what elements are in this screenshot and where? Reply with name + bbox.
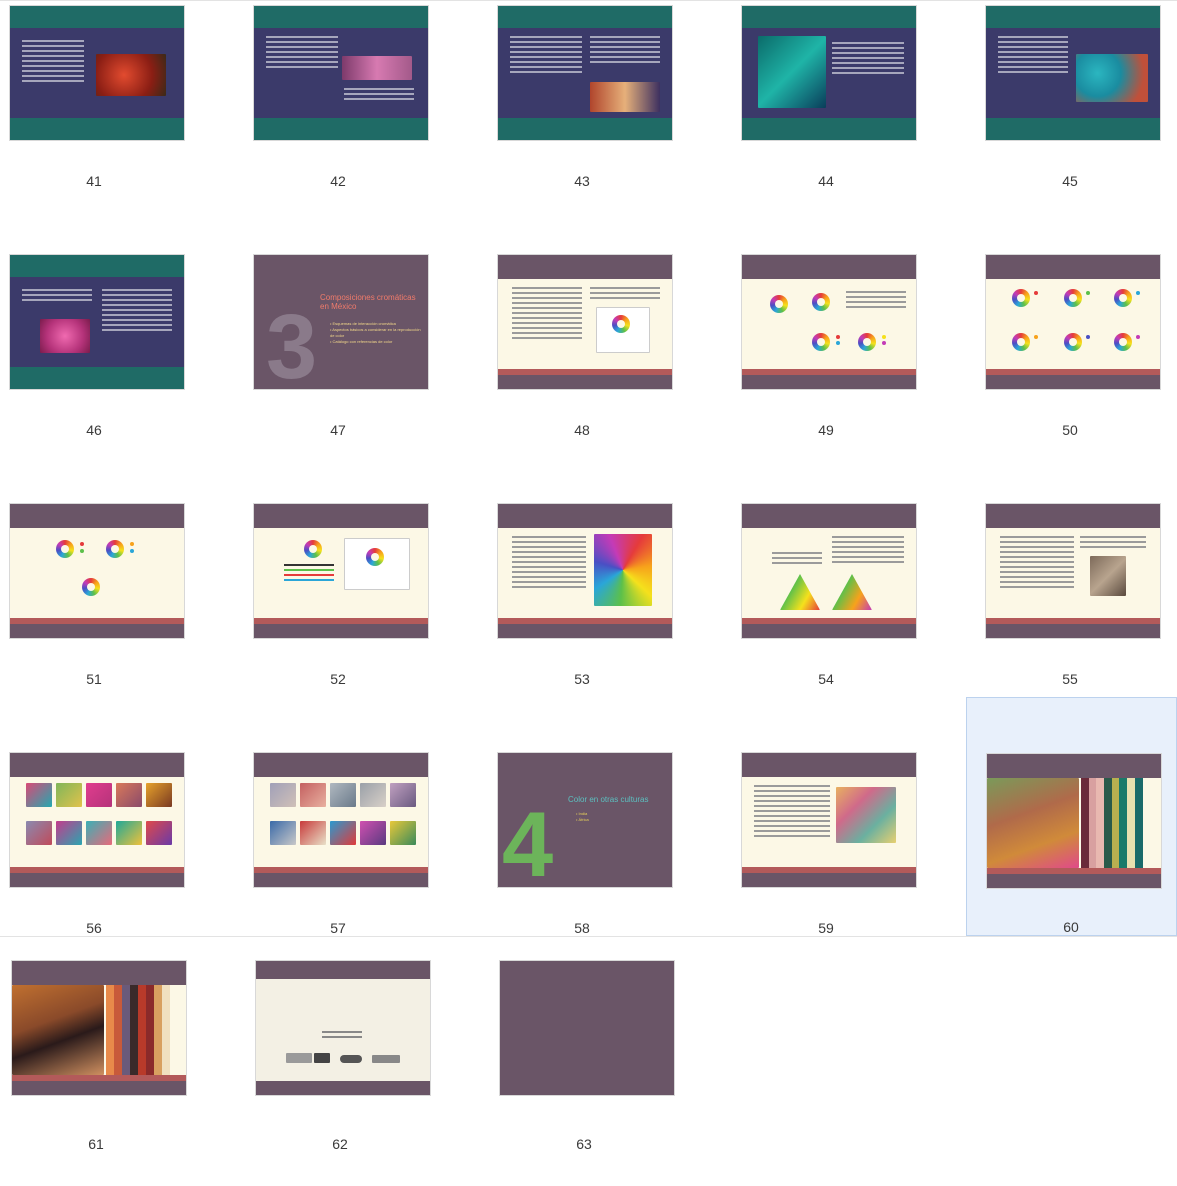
painting-image <box>836 787 896 843</box>
page-thumbnail-60[interactable]: 60 <box>966 697 1177 936</box>
page-thumbnail-52[interactable]: 52 <box>244 498 488 747</box>
section-title: Color en otras culturas <box>568 795 649 804</box>
institution-logo <box>286 1053 312 1063</box>
page-number: 53 <box>574 671 590 687</box>
section-bullets: • Esquemas de interacción cromática • As… <box>330 321 422 345</box>
slide-preview <box>500 961 674 1095</box>
gamut-triangle <box>832 574 872 610</box>
section-number: 4 <box>502 794 554 887</box>
slide-preview <box>742 504 916 638</box>
page-number: 50 <box>1062 422 1078 438</box>
page-thumbnail-42[interactable]: 42 <box>244 0 488 249</box>
uam-logo <box>314 1053 330 1063</box>
page-thumbnail-50[interactable]: 50 <box>976 249 1177 498</box>
slide-preview <box>498 255 672 389</box>
page-number: 56 <box>86 920 102 936</box>
bullet-item: • África <box>576 817 589 822</box>
photo-image <box>590 82 660 112</box>
page-thumbnail-44[interactable]: 44 <box>732 0 976 249</box>
section-number: 3 <box>266 296 318 389</box>
page-thumbnail-49[interactable]: 49 <box>732 249 976 498</box>
page-thumbnail-63[interactable]: 63 <box>490 937 734 1186</box>
slide-preview <box>986 504 1160 638</box>
photo-image <box>758 36 826 108</box>
slide-preview <box>986 255 1160 389</box>
page-thumbnail-59[interactable]: 59 <box>732 747 976 996</box>
slide-preview <box>742 6 916 140</box>
department-logo <box>372 1055 400 1063</box>
bullet-item: • Aspectos básicos a considerar en la re… <box>330 327 421 338</box>
page-number: 58 <box>574 920 590 936</box>
photo-image <box>96 54 166 96</box>
page-number: 49 <box>818 422 834 438</box>
page-number: 60 <box>1063 919 1079 935</box>
slide-preview <box>986 6 1160 140</box>
section-bullets: • India • África <box>576 811 656 823</box>
slide-preview <box>742 255 916 389</box>
section-title: Composiciones cromáticas en México <box>320 293 416 311</box>
page-thumbnail-47[interactable]: 3 Composiciones cromáticas en México • E… <box>244 249 488 498</box>
slide-preview <box>10 255 184 389</box>
page-thumbnail-46[interactable]: 46 <box>0 249 244 498</box>
photo-image <box>1076 54 1148 102</box>
page-number: 45 <box>1062 173 1078 189</box>
photo-image <box>40 319 90 353</box>
slide-preview <box>10 504 184 638</box>
page-number: 43 <box>574 173 590 189</box>
page-number: 55 <box>1062 671 1078 687</box>
page-thumbnail-53[interactable]: 53 <box>488 498 732 747</box>
cad-logo <box>340 1055 362 1063</box>
slide-preview: 3 Composiciones cromáticas en México • E… <box>254 255 428 389</box>
slide-preview: 4 Color en otras culturas • India • Áfri… <box>498 753 672 887</box>
page-thumbnail-43[interactable]: 43 <box>488 0 732 249</box>
page-number: 41 <box>86 173 102 189</box>
gamut-triangle <box>780 574 820 610</box>
page-number: 46 <box>86 422 102 438</box>
bullet-item: • Catálogo con referencias de color <box>330 339 393 344</box>
page-thumbnail-48[interactable]: 48 <box>488 249 732 498</box>
slide-preview <box>742 753 916 887</box>
photo-image <box>1090 556 1126 596</box>
page-thumbnail-45[interactable]: 45 <box>976 0 1177 249</box>
slide-preview <box>256 961 430 1095</box>
slide-preview <box>498 6 672 140</box>
page-number: 44 <box>818 173 834 189</box>
photo-collage <box>12 985 104 1075</box>
page-number: 61 <box>88 1136 104 1152</box>
color-chart-image <box>594 534 652 606</box>
slide-preview <box>10 753 184 887</box>
slide-preview <box>12 961 186 1095</box>
slide-preview <box>254 504 428 638</box>
page-number: 63 <box>576 1136 592 1152</box>
slide-preview <box>10 6 184 140</box>
page-thumbnail-41[interactable]: 41 <box>0 0 244 249</box>
page-number: 59 <box>818 920 834 936</box>
slide-preview <box>498 504 672 638</box>
slide-preview <box>987 754 1161 888</box>
slide-preview <box>254 753 428 887</box>
page-number: 42 <box>330 173 346 189</box>
page-number: 52 <box>330 671 346 687</box>
page-number: 62 <box>332 1136 348 1152</box>
page-thumbnail-62[interactable]: 62 <box>246 937 490 1186</box>
page-thumbnail-54[interactable]: 54 <box>732 498 976 747</box>
page-number: 51 <box>86 671 102 687</box>
page-number: 48 <box>574 422 590 438</box>
page-number: 57 <box>330 920 346 936</box>
page-thumbnail-51[interactable]: 51 <box>0 498 244 747</box>
page-thumbnail-61[interactable]: 61 <box>2 937 246 1186</box>
slide-preview <box>254 6 428 140</box>
page-number: 54 <box>818 671 834 687</box>
photo-image <box>342 56 412 80</box>
page-number: 47 <box>330 422 346 438</box>
photo-collage <box>987 778 1079 868</box>
